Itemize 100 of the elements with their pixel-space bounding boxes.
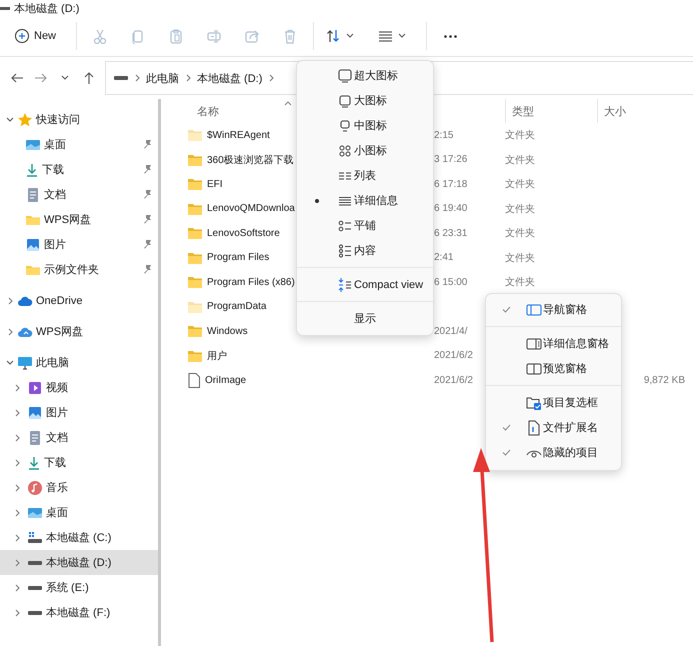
type-cell: 文件夹 [505, 252, 535, 264]
type-cell: 文件夹 [505, 154, 535, 166]
sidebar-label: 视频 [46, 381, 68, 395]
date-cell: 2021/4/ [434, 326, 468, 337]
sidebar-item[interactable]: 文档 [0, 182, 158, 207]
menu-item[interactable]: 中图标 [297, 113, 433, 138]
menu-item[interactable]: 超大图标 [297, 63, 433, 88]
sidebar-label: 桌面 [46, 506, 68, 520]
sidebar-label: 文档 [46, 430, 68, 445]
sidebar-label: 本地磁盘 (F:) [46, 606, 110, 620]
type-cell: 文件夹 [505, 277, 535, 288]
chevron-right-icon [268, 74, 274, 82]
clipboard-icon [168, 28, 184, 44]
menu-item[interactable]: 项目复选框 [486, 390, 621, 415]
date-cell: 6 19:40 [434, 203, 468, 214]
type-cell: 文件夹 [505, 228, 535, 240]
sidebar-item[interactable]: 示例文件夹 [0, 257, 158, 282]
date-cell: 2:41 [434, 252, 454, 264]
menu-item[interactable]: Compact view [297, 272, 433, 297]
caret-icon [61, 75, 69, 81]
sidebar-label: 图片 [44, 238, 66, 252]
sidebar-item[interactable]: 快速访问 [0, 107, 158, 132]
menu-item[interactable]: 预览窗格 [486, 356, 621, 381]
file-name[interactable]: 用户 [207, 348, 227, 363]
menu-item[interactable]: 大图标 [297, 88, 433, 113]
star-icon [17, 112, 33, 128]
sidebar-label: 下载 [44, 456, 66, 470]
file-name[interactable]: Program Files (x86) [207, 276, 295, 288]
plus-circle-icon [14, 28, 30, 44]
sidebar-item[interactable]: 桌面 [0, 500, 158, 525]
menu-item[interactable]: 详细信息窗格 [486, 331, 621, 356]
sidebar-item[interactable]: 此电脑 [0, 350, 158, 375]
sidebar-item[interactable]: WPS网盘 [0, 319, 158, 344]
breadcrumb[interactable]: 本地磁盘 (D:) [197, 70, 262, 86]
sidebar-label: 文档 [44, 188, 66, 202]
sidebar-item[interactable]: 视频 [0, 375, 158, 400]
menu-item[interactable]: 详细信息 [297, 188, 433, 213]
document-icon [25, 186, 41, 202]
sidebar-item[interactable]: 文档 [0, 425, 158, 450]
menu-item[interactable]: 小图标 [297, 138, 433, 163]
file-name[interactable]: ProgramData [207, 301, 266, 312]
file-name[interactable]: Program Files [207, 252, 270, 264]
sidebar-item[interactable]: 下载 [0, 450, 158, 475]
sidebar-item[interactable]: 图片 [0, 400, 158, 425]
sidebar-label: OneDrive [36, 294, 82, 306]
sidebar-item[interactable]: 系统 (E:) [0, 575, 158, 600]
download-icon [28, 456, 40, 470]
content-icon [337, 242, 353, 258]
monitor-icon [17, 354, 33, 370]
file-name[interactable]: LenovoSoftstore [207, 228, 280, 239]
grid-icon [337, 142, 353, 158]
caret-icon [398, 33, 406, 39]
picture-icon [27, 404, 43, 420]
file-name[interactable]: 360极速浏览器下载 [207, 152, 294, 167]
music-icon [27, 480, 43, 496]
pane-icon [526, 302, 542, 318]
date-cell: 6 23:31 [434, 228, 468, 239]
sidebar-item[interactable]: OneDrive [0, 288, 158, 313]
sidebar-item[interactable]: 本地磁盘 (D:) [0, 550, 158, 575]
rename-icon [206, 28, 222, 44]
breadcrumb[interactable]: 此电脑 [146, 70, 179, 86]
folder-checkbox-icon [526, 394, 542, 410]
sidebar-item[interactable]: 图片 [0, 232, 158, 257]
menu-item[interactable]: 导航窗格 [486, 297, 621, 322]
sidebar-item[interactable]: 桌面 [0, 132, 158, 157]
column-header[interactable]: 类型 [512, 104, 534, 118]
column-header[interactable]: 名称 [197, 104, 219, 118]
menu-item[interactable]: 平铺 [297, 213, 433, 238]
file-name[interactable]: $WinREAgent [207, 130, 270, 141]
menu-item[interactable]: 隐藏的项目 [486, 440, 621, 465]
sidebar-label: 桌面 [44, 138, 66, 152]
caret-icon [346, 33, 354, 39]
menu-item[interactable]: 文件扩展名 [486, 415, 621, 440]
file-name[interactable]: Windows [207, 326, 248, 337]
file-name[interactable]: OriImage [205, 374, 246, 386]
picture-icon [25, 236, 41, 252]
file-name[interactable]: LenovoQMDownloa [207, 203, 295, 214]
sidebar-label: WPS网盘 [44, 213, 92, 227]
menu-item[interactable]: 内容 [297, 238, 433, 263]
date-cell: 2:15 [434, 130, 454, 141]
sidebar-item[interactable]: 下载 [0, 157, 158, 182]
file-name[interactable]: EFI [207, 178, 223, 190]
sidebar-item[interactable]: 音乐 [0, 475, 158, 500]
more-icon [444, 34, 457, 38]
sidebar-item[interactable]: 本地磁盘 (F:) [0, 600, 158, 625]
drive-icon [28, 610, 42, 614]
sidebar-item[interactable]: 本地磁盘 (C:) [0, 525, 158, 550]
new-button[interactable]: New [12, 21, 64, 51]
document-icon [27, 430, 43, 446]
sidebar-label: 快速访问 [36, 112, 80, 127]
menu-item[interactable]: 显示 [297, 306, 433, 331]
date-cell: 2021/6/2 [434, 350, 473, 362]
sidebar-label: 图片 [46, 406, 68, 420]
date-cell: 2021/6/2 [434, 374, 473, 386]
menu-item[interactable]: 列表 [297, 163, 433, 188]
column-header[interactable]: 大小 [604, 104, 626, 118]
sidebar-item[interactable]: WPS网盘 [0, 207, 158, 232]
sidebar-label: 下载 [42, 163, 64, 177]
size-cell: 9,872 KB [644, 374, 685, 386]
date-cell: 6 15:00 [434, 276, 468, 288]
